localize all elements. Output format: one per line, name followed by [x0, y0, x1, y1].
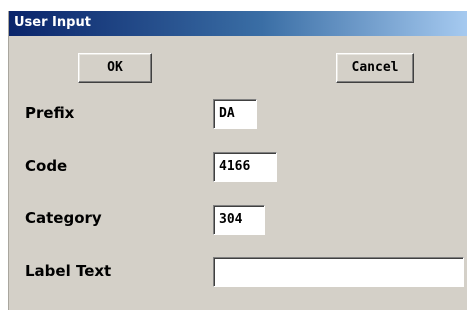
label-text-field[interactable]	[213, 257, 464, 287]
cancel-button[interactable]: Cancel	[336, 53, 414, 83]
label-text-label: Label Text	[25, 262, 112, 280]
prefix-label: Prefix	[25, 104, 75, 122]
titlebar[interactable]: User Input	[9, 11, 467, 36]
window-title: User Input	[14, 15, 91, 30]
user-input-dialog: User Input OK Cancel Prefix DA Code 4166…	[8, 11, 467, 310]
prefix-field[interactable]: DA	[213, 99, 257, 129]
code-label: Code	[25, 157, 68, 175]
ok-button[interactable]: OK	[78, 53, 152, 83]
code-field[interactable]: 4166	[213, 152, 277, 182]
screen: User Input OK Cancel Prefix DA Code 4166…	[0, 0, 467, 310]
category-field[interactable]: 304	[213, 205, 265, 235]
category-label: Category	[25, 209, 102, 227]
